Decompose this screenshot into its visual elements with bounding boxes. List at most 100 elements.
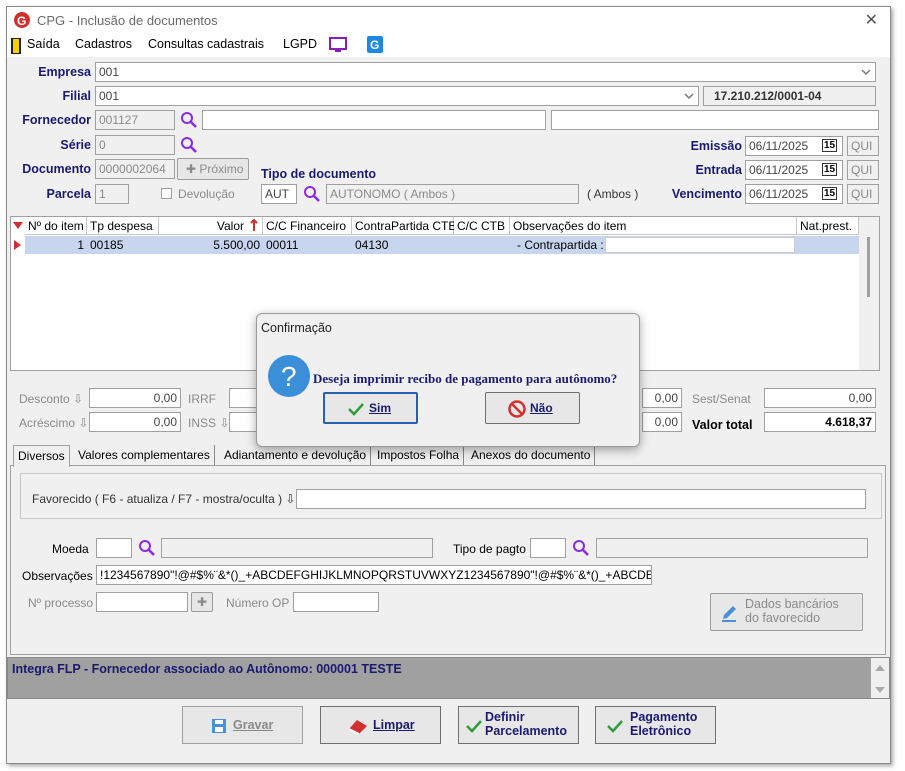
grid-header-valor[interactable]: Valor — [159, 217, 263, 235]
menu-consultas[interactable]: Consultas cadastrais — [148, 37, 264, 51]
cell-valor[interactable]: 5.500,00 — [159, 236, 263, 254]
cell-ccfin[interactable]: 00011 — [263, 236, 352, 254]
fornecedor-name-field[interactable] — [202, 110, 546, 130]
desconto-field[interactable]: 0,00 — [89, 388, 181, 408]
tab-diversos[interactable]: Diversos — [13, 445, 70, 467]
moeda-desc — [161, 538, 433, 558]
cell-cc[interactable] — [454, 236, 510, 254]
cell-tp[interactable]: 00185 — [87, 236, 159, 254]
empresa-dropdown-icon[interactable] — [860, 65, 872, 79]
serie-field[interactable]: 0 — [95, 135, 175, 155]
sest-field[interactable]: 0,00 — [764, 388, 876, 408]
exit-door-icon[interactable] — [11, 38, 21, 54]
fornecedor-field[interactable]: 001127 — [95, 110, 175, 130]
add-icon[interactable]: ✚ — [191, 592, 213, 612]
filial-dropdown-icon[interactable] — [683, 89, 695, 103]
irrf-label: IRRF — [188, 392, 216, 406]
cell-obs[interactable]: - Contrapartida : — [514, 236, 604, 254]
nprocesso-field[interactable] — [96, 592, 188, 612]
entrada-label: Entrada — [695, 163, 742, 177]
tipo-pagto-field[interactable] — [530, 538, 566, 558]
emissao-calendar-icon[interactable]: 15 — [822, 139, 838, 152]
tab-anexos[interactable]: Anexos do documento — [467, 445, 596, 465]
inss-field[interactable] — [229, 412, 259, 432]
tab-adiantamento[interactable]: Adiantamento e devolução — [220, 445, 372, 465]
app-logo-icon: G — [14, 12, 30, 28]
cell-contra[interactable]: 04130 — [352, 236, 454, 254]
grid-header-contra[interactable]: ContraPartida CTB — [352, 217, 456, 235]
scroll-up-icon[interactable] — [875, 664, 885, 672]
mid-field-1[interactable]: 0,00 — [642, 388, 682, 408]
question-icon: ? — [268, 355, 310, 397]
grid-header-cc[interactable]: C/C CTB — [454, 217, 510, 235]
status-scrollbar[interactable] — [871, 658, 889, 698]
entrada-calendar-icon[interactable]: 15 — [822, 163, 838, 176]
tipo-pagto-search-icon[interactable] — [572, 539, 590, 557]
moeda-field[interactable] — [96, 538, 132, 558]
devolucao-checkbox[interactable] — [161, 188, 172, 199]
favorecido-field[interactable] — [296, 489, 866, 509]
sort-up-icon — [250, 219, 258, 231]
grid-header-obs[interactable]: Observações do item — [510, 217, 797, 235]
grid-header-nat[interactable]: Nat.prest. — [797, 217, 859, 235]
fornecedor-extra-field[interactable] — [551, 110, 879, 130]
tipo-documento-search-icon[interactable] — [303, 185, 321, 203]
pagamento-eletronico-button[interactable]: Pagamento Eletrônico — [595, 706, 716, 744]
window-title: CPG - Inclusão de documentos — [37, 13, 218, 28]
tab-valores[interactable]: Valores complementares — [74, 445, 215, 465]
acrescimo-label: Acréscimo ⇩ — [19, 416, 89, 430]
yes-button[interactable]: Sim — [323, 392, 418, 424]
svg-text:G: G — [370, 38, 379, 52]
limpar-button[interactable]: Limpar — [320, 706, 441, 744]
row-pointer-icon — [14, 240, 21, 250]
empresa-label: Empresa — [38, 65, 91, 79]
serie-search-icon[interactable] — [180, 136, 198, 154]
definir-parcelamento-button[interactable]: Definir Parcelamento — [458, 706, 579, 744]
mid-field-2[interactable]: 0,00 — [642, 412, 682, 432]
blue-logo-icon[interactable]: G — [367, 36, 383, 53]
sest-label: Sest/Senat — [692, 392, 751, 406]
tab-impostos[interactable]: Impostos Folha — [373, 445, 465, 465]
monitor-icon[interactable] — [329, 37, 347, 53]
vencimento-calendar-icon[interactable]: 15 — [822, 187, 838, 200]
no-button[interactable]: Não — [485, 392, 580, 424]
numero-op-field[interactable] — [293, 592, 379, 612]
moeda-search-icon[interactable] — [138, 539, 156, 557]
tipo-documento-label: Tipo de documento — [261, 167, 377, 181]
grid-header-tp[interactable]: Tp despesa — [87, 217, 159, 235]
menu-saida[interactable]: Saída — [27, 37, 60, 51]
scroll-down-icon[interactable] — [875, 686, 885, 694]
menu-lgpd[interactable]: LGPD — [283, 37, 317, 51]
empresa-field[interactable]: 001 — [95, 62, 876, 82]
grid-header-item[interactable]: Nº do item — [25, 217, 87, 235]
parcela-field[interactable]: 1 — [95, 184, 129, 204]
cell-item[interactable]: 1 — [25, 236, 87, 254]
dialog-title: Confirmação — [261, 321, 332, 335]
check-icon — [466, 720, 482, 733]
svg-text:?: ? — [281, 361, 297, 392]
fornecedor-search-icon[interactable] — [180, 111, 198, 129]
menu-cadastros[interactable]: Cadastros — [75, 37, 132, 51]
obs-edit-field[interactable] — [605, 237, 795, 253]
menu-bar: Saída Cadastros Consultas cadastrais LGP… — [7, 33, 890, 57]
dados-bancarios-button[interactable]: Dados bancários do favorecido — [710, 593, 863, 631]
emissao-label: Emissão — [690, 139, 742, 153]
close-icon[interactable]: ✕ — [865, 10, 878, 30]
gravar-button[interactable]: Gravar — [182, 706, 303, 744]
tipo-documento-code[interactable]: AUT — [261, 184, 297, 204]
grid-scrollbar[interactable] — [859, 217, 879, 370]
acrescimo-field[interactable]: 0,00 — [89, 412, 181, 432]
plus-icon: ✚ — [186, 162, 200, 176]
pencil-icon — [722, 606, 736, 622]
proximo-button[interactable]: ✚ Próximo — [177, 158, 249, 180]
irrf-field[interactable] — [229, 388, 259, 408]
grid-header-ccfin[interactable]: C/C Financeiro — [263, 217, 352, 235]
tab-panel: Diversos Valores complementares Adiantam… — [10, 445, 886, 655]
confirmation-dialog: Confirmação ? Deseja imprimir recibo de … — [256, 313, 640, 447]
sort-down-icon[interactable] — [13, 222, 23, 230]
moeda-label: Moeda — [52, 542, 89, 556]
tipo-documento-desc: AUTONOMO ( Ambos ) — [326, 184, 579, 204]
observacoes-field[interactable]: !1234567890"!@#$%¨&*()_+ABCDEFGHIJKLMNOP… — [96, 565, 652, 585]
filial-field[interactable]: 001 — [95, 86, 699, 106]
documento-field[interactable]: 0000002064 — [95, 159, 175, 179]
